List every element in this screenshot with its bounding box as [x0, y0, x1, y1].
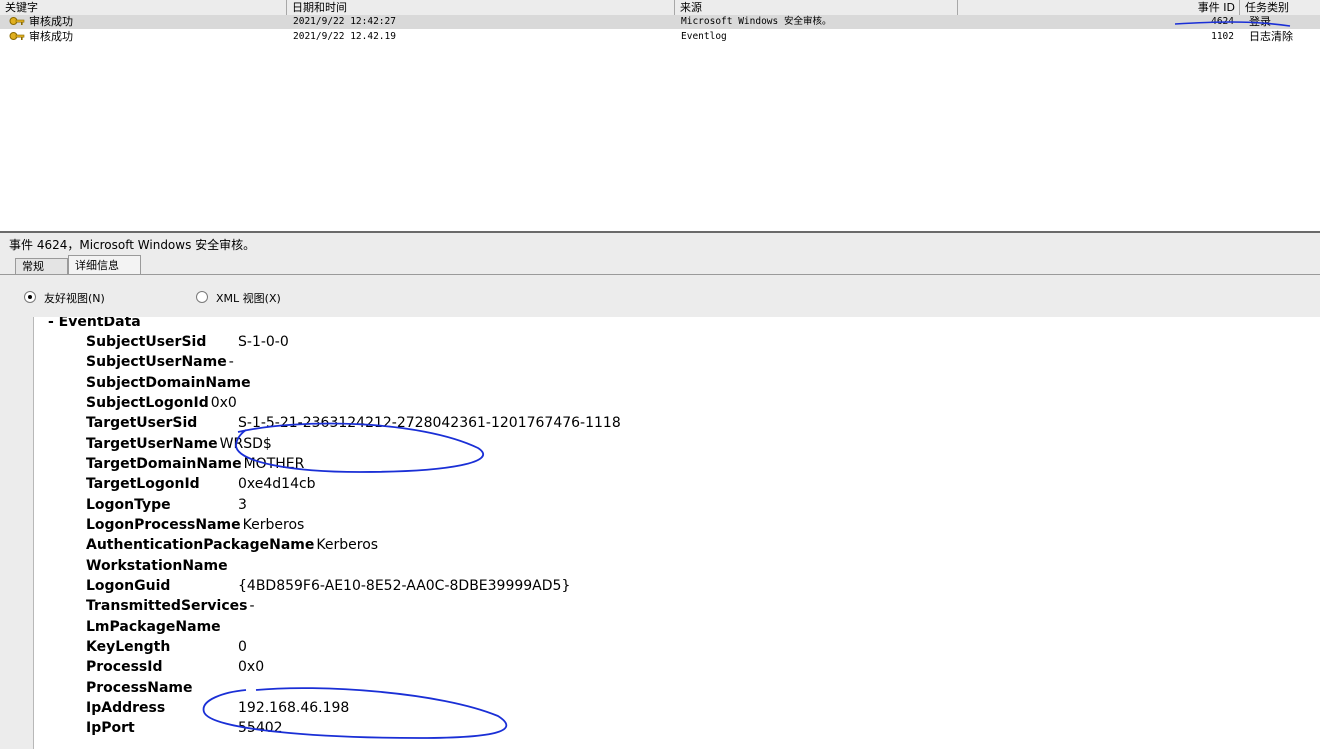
view-mode-selector: 友好视图(N) XML 视图(X)	[0, 288, 1320, 306]
column-header-keyword[interactable]: 关键字	[0, 0, 287, 15]
detail-title: 事件 4624，Microsoft Windows 安全审核。	[9, 238, 256, 252]
field-subject-logon-id: SubjectLogonId 0x0	[86, 395, 237, 411]
event-data-view: - EventData SubjectUserSid S-1-0-0 Subjec…	[33, 317, 1320, 749]
row-event-id: 1102	[1211, 31, 1234, 42]
tab-details[interactable]: 详细信息	[68, 255, 141, 275]
row-datetime: 2021/9/22 12.42.19	[293, 31, 396, 42]
row-keyword: 审核成功	[29, 30, 73, 43]
row-keyword: 审核成功	[29, 15, 73, 28]
radio-xml-view[interactable]	[196, 291, 208, 303]
row-category: 日志清除	[1249, 30, 1293, 43]
row-datetime: 2021/9/22 12:42:27	[293, 16, 396, 27]
field-authentication-package-name: AuthenticationPackageName Kerberos	[86, 537, 379, 553]
detail-tabs: 常规 详细信息	[0, 254, 1320, 275]
row-source: Microsoft Windows 安全审核。	[681, 16, 832, 27]
key-icon	[9, 32, 25, 40]
table-row[interactable]: 审核成功 2021/9/22 12:42:27 Microsoft Window…	[0, 15, 1320, 29]
tab-divider	[0, 274, 1320, 275]
friendly-view-label[interactable]: 友好视图(N)	[44, 290, 105, 306]
radio-friendly-view[interactable]	[24, 291, 36, 303]
field-subject-user-name: SubjectUserName -	[86, 354, 234, 370]
row-event-id: 4624	[1211, 16, 1234, 27]
event-detail-pane: 事件 4624，Microsoft Windows 安全审核。 常规 详细信息 …	[0, 233, 1320, 749]
key-icon	[9, 17, 25, 25]
eventdata-section-toggle[interactable]: - EventData	[48, 317, 141, 330]
xml-view-label[interactable]: XML 视图(X)	[216, 290, 281, 306]
field-transmitted-services: TransmittedServices -	[86, 598, 255, 614]
field-logon-process-name: LogonProcessName Kerberos	[86, 517, 305, 533]
list-header: 关键字 日期和时间 来源 事件 ID 任务类别	[0, 0, 1320, 16]
column-header-source[interactable]: 来源	[675, 0, 958, 15]
tab-general[interactable]: 常规	[15, 258, 68, 274]
row-category: 登录	[1249, 15, 1271, 28]
field-target-domain-name: TargetDomainName MOTHER	[86, 456, 305, 472]
row-source: Eventlog	[681, 31, 727, 42]
table-row[interactable]: 审核成功 2021/9/22 12.42.19 Eventlog 1102 日志…	[0, 30, 1320, 44]
field-target-user-name: TargetUserName WRSD$	[86, 436, 272, 452]
column-header-category[interactable]: 任务类别	[1240, 0, 1320, 15]
column-header-datetime[interactable]: 日期和时间	[287, 0, 675, 15]
event-list: 关键字 日期和时间 来源 事件 ID 任务类别 审核成功 2021/9/22 1…	[0, 0, 1320, 233]
column-header-event-id[interactable]: 事件 ID	[958, 0, 1240, 15]
